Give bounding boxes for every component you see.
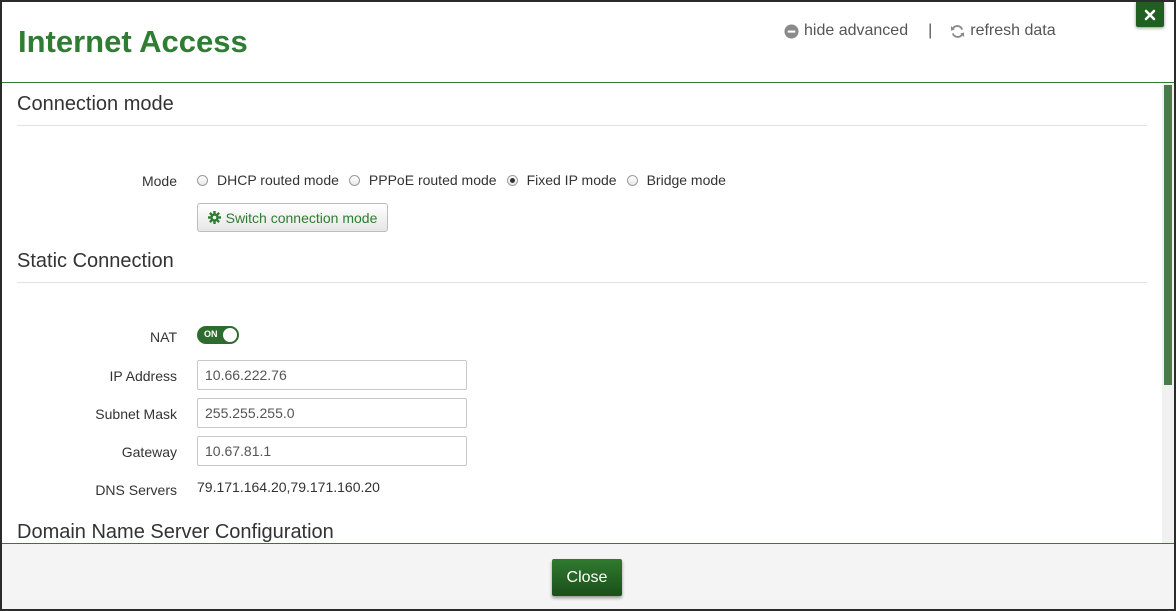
static-connection-heading: Static Connection <box>17 250 1147 283</box>
radio-label: Bridge mode <box>646 172 726 188</box>
minus-circle-icon <box>784 23 799 39</box>
mode-label: Mode <box>141 173 177 189</box>
close-x-button[interactable] <box>1136 2 1164 27</box>
radio-button[interactable] <box>197 174 208 186</box>
refresh-icon <box>951 24 965 38</box>
ip-address-field[interactable] <box>197 360 467 390</box>
radio-dhcp[interactable]: DHCP routed mode <box>197 172 339 188</box>
radio-label: Fixed IP mode <box>526 172 617 188</box>
gateway-label: Gateway <box>121 444 177 460</box>
dns-servers-value: 79.171.164.20,79.171.160.20 <box>197 479 380 495</box>
switch-button-label: Switch connection mode <box>225 209 378 226</box>
hide-advanced-label: hide advanced <box>804 22 909 39</box>
switch-connection-mode-button[interactable]: Switch connection mode <box>197 203 388 232</box>
dns-servers-label: DNS Servers <box>95 482 177 498</box>
radio-label: PPPoE routed mode <box>368 172 497 188</box>
internet-access-dialog: Internet Access hide advanced | refresh … <box>2 2 1174 609</box>
refresh-data-label: refresh data <box>970 22 1056 39</box>
hide-advanced-link[interactable]: hide advanced <box>784 22 908 40</box>
close-button[interactable]: Close <box>552 559 622 596</box>
refresh-data-link[interactable]: refresh data <box>950 22 1056 40</box>
subnet-mask-label: Subnet Mask <box>95 406 177 422</box>
dialog-header: Internet Access hide advanced | refresh … <box>2 2 1174 83</box>
nat-toggle[interactable]: ON <box>197 326 239 344</box>
radio-fixed-ip[interactable]: Fixed IP mode <box>506 172 617 188</box>
radio-pppoe[interactable]: PPPoE routed mode <box>348 172 497 188</box>
radio-button[interactable] <box>348 174 360 186</box>
page-title: Internet Access <box>18 24 248 59</box>
subnet-mask-field[interactable] <box>197 398 467 428</box>
dns-config-heading: Domain Name Server Configuration <box>17 521 1147 544</box>
header-links: hide advanced | refresh data <box>784 21 1056 41</box>
link-separator: | <box>928 22 933 39</box>
scrollbar[interactable] <box>1162 83 1174 544</box>
radio-button-selected[interactable] <box>506 174 518 186</box>
gear-icon <box>207 211 221 224</box>
gateway-field[interactable] <box>197 436 467 466</box>
dialog-footer: Close <box>2 543 1174 609</box>
mode-radio-group: DHCP routed mode PPPoE routed mode Fixed… <box>197 172 736 188</box>
ip-address-label: IP Address <box>109 368 177 384</box>
toggle-knob <box>222 327 238 343</box>
close-icon <box>1144 9 1156 20</box>
scrollbar-thumb[interactable] <box>1164 85 1172 385</box>
nat-label: NAT <box>150 329 177 345</box>
radio-label: DHCP routed mode <box>217 172 339 188</box>
radio-button[interactable] <box>626 174 638 186</box>
dialog-body: Connection mode Mode DHCP routed mode PP… <box>2 83 1174 544</box>
nat-toggle-state: ON <box>204 329 218 339</box>
radio-bridge[interactable]: Bridge mode <box>626 172 726 188</box>
connection-mode-heading: Connection mode <box>17 93 1147 126</box>
